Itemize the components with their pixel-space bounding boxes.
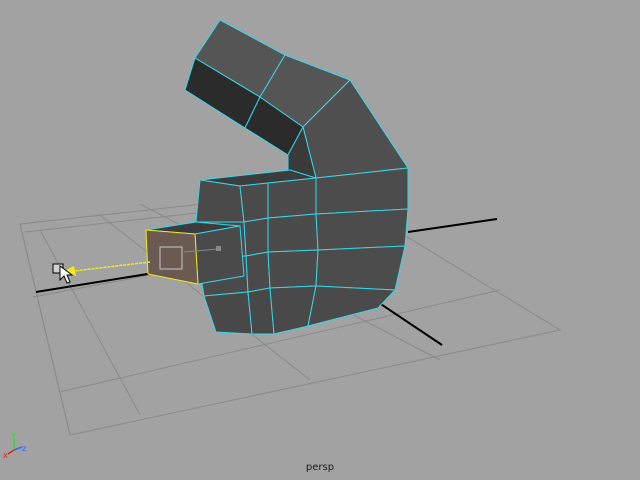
mesh-face[interactable] — [203, 291, 253, 335]
mesh-face[interactable] — [315, 208, 409, 251]
axis-gizmo: y z x — [3, 430, 26, 460]
mesh-face[interactable] — [243, 217, 269, 257]
mesh-face[interactable] — [269, 285, 317, 335]
mesh-face[interactable] — [194, 225, 245, 285]
selected-face[interactable] — [145, 229, 199, 285]
mesh-face[interactable] — [315, 245, 406, 291]
z-axis-icon — [13, 446, 23, 451]
mesh-face[interactable] — [267, 177, 317, 219]
axis-x-label: x — [3, 451, 8, 460]
viewport-canvas[interactable]: y z x — [0, 0, 640, 480]
manipulator-handle[interactable] — [216, 246, 221, 251]
mesh-face[interactable] — [195, 179, 245, 223]
polygon-mesh[interactable] — [145, 19, 409, 335]
mesh-face[interactable] — [239, 182, 269, 223]
camera-label: persp — [305, 462, 335, 473]
axis-z-label: z — [22, 444, 26, 453]
axis-y-label: y — [11, 430, 16, 439]
perspective-viewport[interactable]: y z x persp — [0, 0, 640, 480]
mesh-face[interactable] — [267, 213, 319, 253]
mesh-face[interactable] — [267, 249, 319, 289]
x-axis-icon — [7, 449, 15, 455]
mesh-face[interactable] — [245, 251, 271, 293]
